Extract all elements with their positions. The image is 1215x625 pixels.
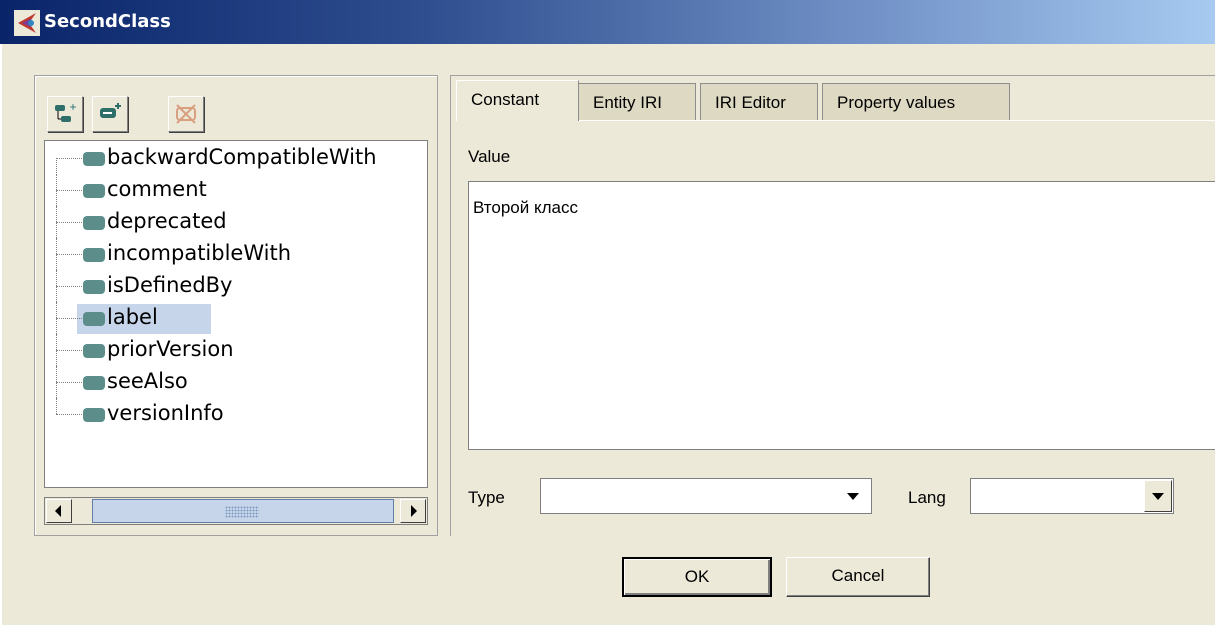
tab-label: Entity IRI xyxy=(593,93,662,112)
type-label: Type xyxy=(468,488,505,507)
title-bar[interactable]: SecondClass xyxy=(0,0,1215,44)
add-subproperty-button[interactable] xyxy=(47,96,83,132)
tree-item-label: backwardCompatibleWith xyxy=(107,145,377,169)
value-label: Value xyxy=(468,147,511,166)
tree-item-label: incompatibleWith xyxy=(107,241,292,265)
add-subproperty-icon xyxy=(55,104,76,122)
tab-property-values[interactable]: Property values xyxy=(822,83,1010,120)
delete-button[interactable] xyxy=(168,96,204,132)
scroll-left-button[interactable] xyxy=(46,499,72,523)
property-tree[interactable]: backwardCompatibleWith comment deprecate… xyxy=(44,140,428,488)
value-textarea[interactable]: Второй класс xyxy=(468,181,1215,450)
tab-constant[interactable]: Constant xyxy=(456,80,579,121)
tab-label: IRI Editor xyxy=(715,93,786,112)
chevron-down-icon xyxy=(1152,493,1164,500)
window-frame xyxy=(0,44,10,625)
tree-item[interactable]: isDefinedBy xyxy=(45,270,427,303)
ok-button[interactable]: OK xyxy=(622,557,772,597)
tab-label: Property values xyxy=(837,93,956,112)
annotation-property-icon xyxy=(83,312,105,326)
annotation-property-icon xyxy=(83,184,105,198)
annotation-property-icon xyxy=(83,152,105,166)
annotation-property-icon xyxy=(83,280,105,294)
tree-item-label: comment xyxy=(107,177,207,201)
add-property-icon xyxy=(100,103,121,118)
tab-label: Constant xyxy=(471,90,540,109)
horizontal-scrollbar[interactable] xyxy=(44,497,428,525)
tree-item-selected[interactable]: label xyxy=(45,302,427,335)
annotation-property-icon xyxy=(83,344,105,358)
tree-item[interactable]: priorVersion xyxy=(45,334,427,367)
triangle-left-icon xyxy=(55,505,61,517)
grip-icon xyxy=(225,506,259,518)
triangle-right-icon xyxy=(411,505,417,517)
scroll-thumb[interactable] xyxy=(92,499,394,523)
annotation-property-icon xyxy=(83,248,105,262)
tree-item[interactable]: comment xyxy=(45,174,427,207)
tab-iri-editor[interactable]: IRI Editor xyxy=(700,83,818,120)
tree-item[interactable]: versionInfo xyxy=(45,398,427,431)
window-title: SecondClass xyxy=(44,11,171,32)
type-combobox[interactable] xyxy=(540,478,872,514)
tree-item-label: isDefinedBy xyxy=(107,273,233,297)
delete-icon xyxy=(176,104,196,124)
tree-item[interactable]: deprecated xyxy=(45,206,427,239)
lang-combobox[interactable] xyxy=(970,478,1174,514)
tree-item-label: seeAlso xyxy=(107,369,188,393)
chevron-down-icon xyxy=(847,493,859,500)
tree-item[interactable]: backwardCompatibleWith xyxy=(45,143,427,175)
annotation-property-icon xyxy=(83,408,105,422)
add-property-button[interactable] xyxy=(92,96,128,132)
cancel-button[interactable]: Cancel xyxy=(786,557,930,597)
lang-label: Lang xyxy=(908,488,946,507)
tree-item-label: priorVersion xyxy=(107,337,234,361)
protege-icon xyxy=(14,10,40,36)
value-text: Второй класс xyxy=(473,198,578,217)
tree-item-label: versionInfo xyxy=(107,401,224,425)
annotation-property-icon xyxy=(83,376,105,390)
scroll-right-button[interactable] xyxy=(400,499,426,523)
tree-item-label: deprecated xyxy=(107,209,227,233)
lang-dropdown-button[interactable] xyxy=(1144,480,1172,512)
tree-item[interactable]: incompatibleWith xyxy=(45,238,427,271)
tab-entity-iri[interactable]: Entity IRI xyxy=(578,83,696,120)
annotation-property-icon xyxy=(83,216,105,230)
tree-item[interactable]: seeAlso xyxy=(45,366,427,399)
tree-item-label: label xyxy=(107,305,158,329)
